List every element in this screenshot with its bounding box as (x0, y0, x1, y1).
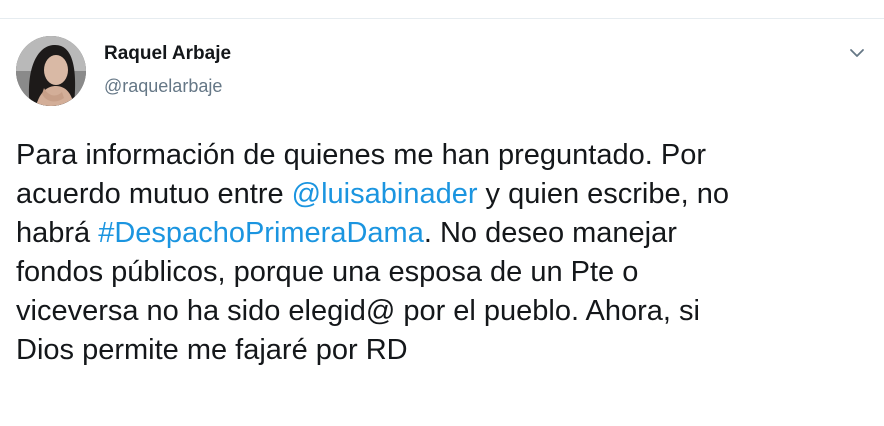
tweet-text-segment: y quien escribe, no (477, 178, 729, 210)
tweet-text-segment: fondos públicos, porque una esposa de un… (16, 256, 639, 288)
tweet-text: Para información de quienes me han pregu… (16, 136, 876, 370)
tweet-text-segment: viceversa no ha sido elegid@ por el pueb… (16, 295, 700, 327)
tweet-card: Raquel Arbaje @raquelarbaje Para informa… (0, 0, 884, 426)
tweet-text-segment: . No deseo manejar (423, 217, 677, 249)
tweet-text-segment: Para información de quienes me han pregu… (16, 139, 706, 171)
hashtag-link[interactable]: #DespachoPrimeraDama (98, 217, 424, 249)
tweet-text-segment: Dios permite me fajaré por RD (16, 334, 408, 366)
mention-link[interactable]: @luisabinader (292, 178, 478, 210)
user-name[interactable]: Raquel Arbaje (104, 43, 231, 65)
chevron-down-icon[interactable] (846, 42, 868, 64)
avatar[interactable] (16, 36, 86, 106)
tweet-text-segment: habrá (16, 217, 99, 249)
tweet-text-segment: acuerdo mutuo entre (16, 178, 292, 210)
divider (0, 18, 884, 19)
user-handle[interactable]: @raquelarbaje (104, 76, 222, 97)
